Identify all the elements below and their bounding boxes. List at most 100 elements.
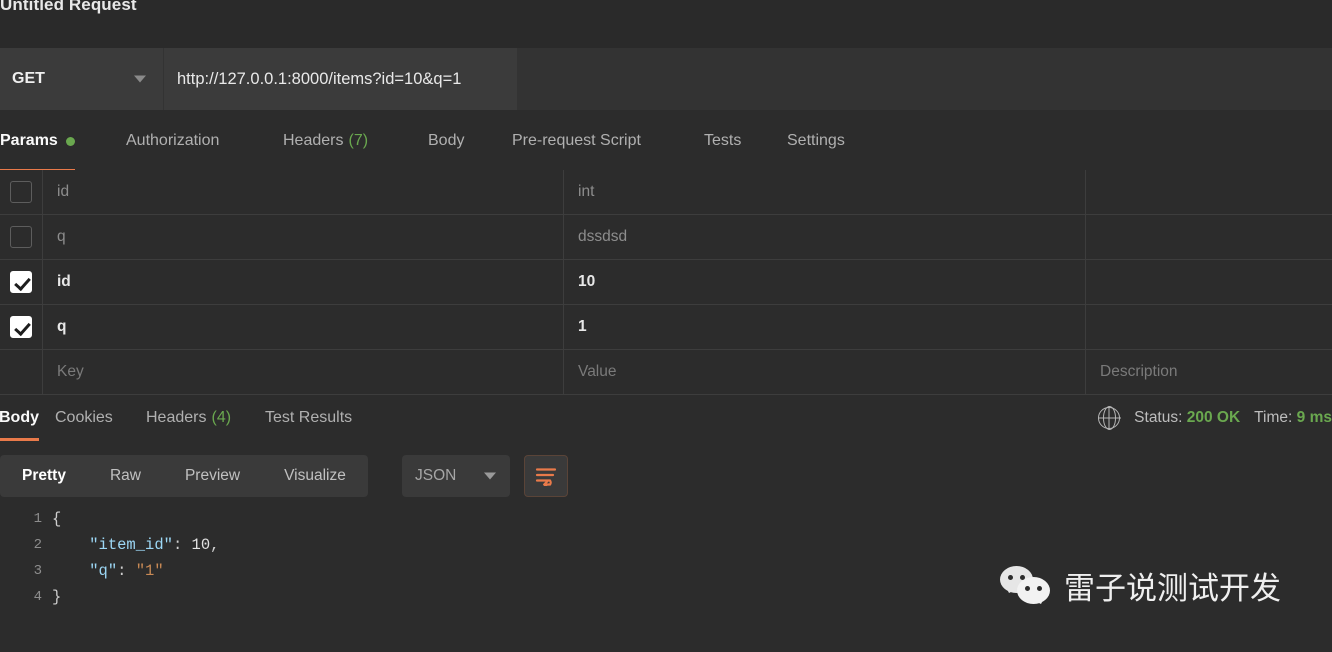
time-value: 9 ms (1296, 409, 1332, 426)
response-tab-cookies[interactable]: Cookies (55, 395, 113, 441)
time-label: Time: (1254, 409, 1293, 426)
code-token: "item_id" (89, 536, 173, 554)
request-title-bar: Untitled Request (0, 0, 1332, 48)
watermark-text: 雷子说测试开发 (1064, 571, 1281, 607)
tab-label: Body (428, 132, 465, 149)
cell-value[interactable]: 1 (564, 305, 1086, 349)
checkbox-unchecked-icon[interactable] (10, 226, 32, 248)
table-row: id 10 (0, 260, 1332, 305)
word-wrap-button[interactable] (524, 455, 568, 497)
cell-value[interactable]: int (564, 170, 1086, 214)
code-text: { (52, 510, 61, 528)
view-pretty-button[interactable]: Pretty (0, 455, 88, 497)
response-language-select[interactable]: JSON (402, 455, 510, 497)
checkbox-checked-icon[interactable] (10, 271, 32, 293)
tab-count: (7) (348, 132, 369, 149)
request-tabs: Params Authorization Headers (7) Body Pre-req… (0, 110, 1332, 172)
code-token: : (117, 562, 136, 580)
tab-label: Pre-request Script (512, 132, 641, 149)
new-key-input[interactable]: Key (43, 350, 564, 394)
code-token: { (52, 510, 62, 528)
row-checkbox-cell[interactable] (0, 305, 43, 349)
response-language-label: JSON (415, 467, 457, 484)
url-bar: GET http://127.0.0.1:8000/items?id=10&q=… (0, 48, 1332, 110)
cell-key[interactable]: q (43, 215, 564, 259)
cell-description[interactable] (1086, 215, 1332, 259)
wechat-watermark: 雷子说测试开发 (1000, 563, 1281, 608)
params-table: id int q dssdsd id 10 q 1 Key Value Description (0, 170, 1332, 395)
page-title: Untitled Request (0, 0, 137, 14)
row-checkbox-cell[interactable] (0, 260, 43, 304)
tab-tests[interactable]: Tests (704, 110, 741, 172)
table-row: q dssdsd (0, 215, 1332, 260)
tab-settings[interactable]: Settings (787, 110, 845, 172)
view-raw-button[interactable]: Raw (88, 455, 163, 497)
code-text: } (52, 588, 61, 606)
cell-value[interactable]: dssdsd (564, 215, 1086, 259)
response-view-group: Pretty Raw Preview Visualize (0, 455, 368, 497)
active-tab-underline (0, 438, 39, 441)
new-description-input[interactable]: Description (1086, 350, 1332, 394)
chevron-down-icon (134, 75, 146, 83)
table-row-placeholder: Key Value Description (0, 350, 1332, 395)
response-format-toolbar: Pretty Raw Preview Visualize JSON (0, 450, 1332, 506)
cell-value[interactable]: 10 (564, 260, 1086, 304)
view-visualize-button[interactable]: Visualize (262, 455, 368, 497)
tab-label: Authorization (126, 132, 220, 149)
cell-key[interactable]: id (43, 260, 564, 304)
response-tab-headers[interactable]: Headers (4) (146, 395, 231, 441)
code-token: "1" (135, 562, 164, 580)
cell-key[interactable]: id (43, 170, 564, 214)
chevron-down-icon (484, 472, 496, 480)
code-text: "item_id": 10, (52, 536, 219, 554)
tab-params[interactable]: Params (0, 110, 75, 172)
code-token: "q" (89, 562, 118, 580)
cell-description[interactable] (1086, 305, 1332, 349)
tab-body[interactable]: Body (428, 110, 464, 172)
response-tab-label: Test Results (265, 409, 353, 426)
response-tabs: Body Cookies Headers (4) Test Results Status… (0, 395, 1332, 441)
tab-authorization[interactable]: Authorization (126, 110, 219, 172)
table-row: q1 (0, 305, 1332, 350)
tab-pre-request-script[interactable]: Pre-request Script (512, 110, 641, 172)
response-tab-body[interactable]: Body (0, 395, 39, 441)
tab-label: Headers (283, 132, 344, 149)
url-input[interactable]: http://127.0.0.1:8000/items?id=10&q=1 (164, 48, 517, 110)
response-meta: Status: 200 OK Time: 9 ms (1098, 395, 1332, 441)
response-tab-label: Headers (146, 409, 207, 426)
tab-label: Tests (704, 132, 742, 149)
wechat-icon (1000, 565, 1052, 606)
new-value-input[interactable]: Value (564, 350, 1086, 394)
line-number: 1 (33, 511, 42, 527)
cell-description[interactable] (1086, 170, 1332, 214)
code-token: } (52, 588, 62, 606)
cell-description[interactable] (1086, 260, 1332, 304)
tab-label: Params (0, 132, 58, 149)
code-line: 2 "item_id": 10, (0, 532, 1332, 558)
line-number: 4 (33, 589, 42, 605)
status-badge: 200 OK (1186, 409, 1241, 426)
code-token: : (172, 536, 192, 554)
checkbox-checked-icon[interactable] (10, 316, 32, 338)
tab-headers[interactable]: Headers (7) (283, 110, 368, 172)
row-checkbox-cell[interactable] (0, 170, 43, 214)
postman-request-window: Untitled Request GET http://127.0.0.1:80… (0, 0, 1332, 652)
globe-icon (1098, 406, 1121, 430)
status-label: Status: (1134, 409, 1183, 426)
response-tab-test-results[interactable]: Test Results (265, 395, 352, 441)
response-tab-count: (4) (211, 409, 232, 426)
code-token: 10 (191, 536, 211, 554)
code-text: "q": "1" (52, 562, 164, 580)
cell-key[interactable]: q (43, 305, 564, 349)
view-preview-button[interactable]: Preview (163, 455, 262, 497)
row-checkbox-cell[interactable] (0, 215, 43, 259)
row-checkbox-cell[interactable] (0, 350, 43, 394)
table-row: id int (0, 170, 1332, 215)
url-input-value: http://127.0.0.1:8000/items?id=10&q=1 (177, 69, 462, 88)
tab-label: Settings (787, 132, 845, 149)
http-method-select[interactable]: GET (0, 48, 163, 110)
checkbox-unchecked-icon[interactable] (10, 181, 32, 203)
code-token: , (210, 536, 220, 554)
response-tab-label: Body (0, 409, 39, 426)
